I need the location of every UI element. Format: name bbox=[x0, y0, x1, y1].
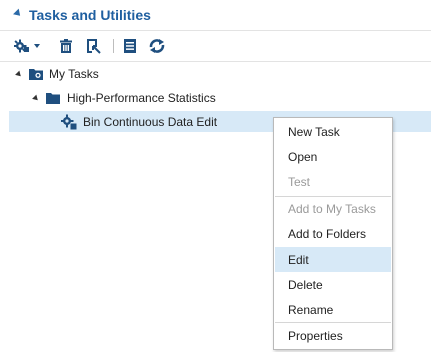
new-task-button[interactable] bbox=[14, 37, 42, 55]
menu-item-delete[interactable]: Delete bbox=[275, 272, 391, 297]
tree-node-high-performance-statistics[interactable]: High-Performance Statistics bbox=[32, 87, 216, 109]
tree-node-label: Bin Continuous Data Edit bbox=[83, 115, 218, 129]
toolbar bbox=[0, 31, 431, 62]
context-menu: New Task Open Test Add to My Tasks Add t… bbox=[273, 117, 393, 350]
menu-item-rename[interactable]: Rename bbox=[275, 297, 391, 322]
delete-icon bbox=[60, 39, 72, 53]
my-tasks-folder-icon bbox=[29, 69, 43, 80]
folder-icon bbox=[46, 93, 60, 104]
menu-item-open[interactable]: Open bbox=[275, 144, 391, 169]
menu-item-test: Test bbox=[288, 174, 311, 189]
refresh-button[interactable] bbox=[148, 37, 166, 55]
new-task-icon bbox=[14, 39, 40, 53]
menu-item-edit[interactable]: Edit bbox=[275, 247, 391, 272]
tree-node-bin-continuous-data-edit[interactable]: Bin Continuous Data Edit bbox=[61, 111, 217, 133]
menu-item-new-task[interactable]: New Task bbox=[275, 119, 391, 144]
notes-icon bbox=[124, 39, 136, 53]
tree-node-my-tasks[interactable]: My Tasks bbox=[15, 63, 99, 85]
refresh-icon bbox=[149, 39, 165, 53]
notes-button[interactable] bbox=[122, 37, 138, 55]
tree-node-label: My Tasks bbox=[49, 67, 99, 81]
menu-item-add-to-folders[interactable]: Add to Folders bbox=[275, 221, 391, 246]
delete-button[interactable] bbox=[57, 37, 75, 55]
task-icon bbox=[61, 114, 77, 130]
tree-node-label: High-Performance Statistics bbox=[67, 91, 216, 105]
toolbar-separator bbox=[113, 39, 114, 53]
panel-header[interactable]: Tasks and Utilities bbox=[0, 0, 431, 31]
properties-button[interactable] bbox=[84, 37, 102, 55]
expand-triangle-icon[interactable] bbox=[15, 70, 23, 78]
menu-item-properties[interactable]: Properties bbox=[275, 323, 391, 348]
properties-icon bbox=[87, 39, 101, 54]
expand-triangle-icon[interactable] bbox=[32, 94, 40, 102]
panel-title: Tasks and Utilities bbox=[29, 7, 151, 23]
collapse-triangle-icon[interactable] bbox=[13, 8, 23, 19]
menu-item-add-to-my-tasks: Add to My Tasks bbox=[288, 201, 376, 216]
chevron-down-icon bbox=[34, 44, 40, 48]
